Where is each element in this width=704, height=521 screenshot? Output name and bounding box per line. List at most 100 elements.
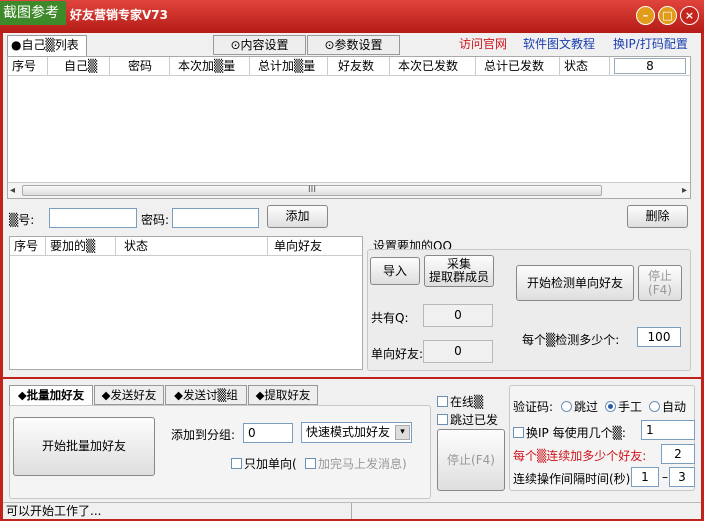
change-ip-option[interactable]: 换IP 每使用几个▒: [513, 424, 626, 441]
per-add-label: 每个▒连续加多少个好友: [513, 449, 647, 463]
tab-send-friends[interactable]: ◆发送好友 [94, 385, 164, 405]
status-text: 可以开始工作了... [6, 504, 102, 518]
mode-select[interactable]: 快速模式加好友 ▾ [301, 422, 412, 443]
col-this-sent: 本次已发数 [390, 57, 476, 75]
mode-value: 快速模式加好友 [306, 425, 391, 439]
collect-button-line2: 提取群成员 [428, 270, 489, 284]
captcha-auto-label: 自动 [662, 400, 687, 414]
horizontal-scrollbar[interactable]: ◂ III ▸ [8, 182, 690, 198]
col-this-added: 本次加▒量 [170, 57, 250, 75]
captcha-auto-option[interactable]: 自动 [649, 398, 686, 415]
captcha-skip-option[interactable]: 跳过 [561, 398, 598, 415]
target-col-oneway: 单向好友 [274, 239, 323, 253]
main-body: ●自己▒列表 ⊙内容设置 ⊙参数设置 访问官网 软件图文教程 换IP/打码配置 … [3, 33, 701, 519]
change-ip-input[interactable]: 1 [641, 420, 695, 440]
stop-line1: 停止 [647, 269, 672, 283]
col-friends: 好友数 [328, 57, 390, 75]
close-icon[interactable]: × [680, 6, 699, 25]
tab-extract-friends[interactable]: ◆提取好友 [248, 385, 318, 405]
online-checkbox[interactable] [437, 396, 448, 407]
per-check-label: 每个▒检测多少个: [522, 333, 620, 347]
target-col-status: 状态 [116, 237, 268, 255]
account-table[interactable]: 序号 自己▒ 密码 本次加▒量 总计加▒量 好友数 本次已发数 总计已发数 状态… [7, 56, 691, 199]
interval-from-input[interactable]: 1 [631, 467, 659, 487]
tab-batch-add[interactable]: ◆批量加好友 [9, 385, 93, 406]
tab-param-settings[interactable]: ⊙参数设置 [307, 35, 400, 55]
col-total-added: 总计加▒量 [250, 57, 328, 75]
collect-group-button[interactable]: 采集 提取群成员 [424, 255, 494, 287]
header-divider [8, 75, 690, 76]
minimize-icon[interactable]: – [636, 6, 655, 25]
account-label: ▒号: [9, 213, 35, 227]
tab-send-discussion[interactable]: ◆发送讨▒组 [165, 385, 247, 405]
skip-sent-checkbox[interactable] [437, 414, 448, 425]
total-q-label: 共有Q: [371, 311, 409, 325]
send-after-option[interactable]: 加完马上发消息) [305, 455, 407, 472]
col-account: 自己▒ [48, 57, 110, 75]
import-button[interactable]: 导入 [370, 257, 420, 285]
per-add-input[interactable]: 2 [661, 444, 695, 464]
captcha-manual-label: 手工 [618, 400, 643, 414]
col-status: 状态 [560, 57, 610, 75]
account-input[interactable] [49, 208, 137, 228]
send-after-checkbox[interactable] [305, 458, 316, 469]
online-option[interactable]: 在线▒ [437, 393, 483, 410]
scroll-thumb[interactable]: III [22, 185, 602, 196]
change-ip-checkbox[interactable] [513, 427, 524, 438]
send-after-label: 加完马上发消息) [318, 457, 407, 471]
window-title: 好友营销专家V73 [70, 8, 168, 22]
captcha-manual-option[interactable]: 手工 [605, 398, 642, 415]
title-bar[interactable]: 截图参考 好友营销专家V73 – □ × [0, 0, 704, 33]
password-label: 密码: [141, 213, 170, 227]
interval-dash: – [662, 470, 668, 484]
captcha-label: 验证码: [513, 400, 554, 414]
oneway-label: 单向好友: [371, 347, 424, 361]
col-total-sent: 总计已发数 [476, 57, 560, 75]
target-table[interactable]: 序号 要加的▒ 状态 单向好友 [9, 236, 363, 370]
target-header-divider [10, 255, 362, 256]
captcha-manual-radio[interactable] [605, 401, 616, 412]
tab-content-settings[interactable]: ⊙内容设置 [213, 35, 306, 55]
captcha-skip-label: 跳过 [574, 400, 599, 414]
oneway-only-label: 只加单向( [244, 457, 297, 471]
scroll-right-icon[interactable]: ▸ [682, 185, 687, 196]
red-divider [3, 377, 701, 379]
target-col-index: 序号 [10, 237, 46, 255]
maximize-icon[interactable]: □ [658, 6, 677, 25]
group-label: 添加到分组: [171, 428, 236, 442]
tab-self-list[interactable]: ●自己▒列表 [7, 35, 87, 56]
target-col-qq: 要加的▒ [46, 237, 116, 255]
ip-config-link[interactable]: 换IP/打码配置 [613, 35, 688, 52]
stop-check-button[interactable]: 停止 (F4) [638, 265, 682, 301]
scroll-left-icon[interactable]: ◂ [10, 185, 15, 196]
oneway-only-checkbox[interactable] [231, 458, 242, 469]
password-input[interactable] [172, 208, 259, 228]
official-site-link[interactable]: 访问官网 [459, 35, 507, 52]
group-input[interactable]: 0 [243, 423, 293, 443]
add-account-button[interactable]: 添加 [267, 205, 328, 228]
skip-sent-option[interactable]: 跳过已发 [437, 411, 498, 428]
total-q-value: 0 [423, 304, 493, 327]
delete-account-button[interactable]: 删除 [627, 205, 688, 228]
collect-button-line1: 采集 [446, 257, 471, 271]
tutorial-link[interactable]: 软件图文教程 [523, 35, 595, 52]
status-divider [351, 503, 352, 519]
status-bar: 可以开始工作了... [3, 502, 701, 519]
oneway-value: 0 [423, 340, 493, 363]
stop-batch-button[interactable]: 停止(F4) [437, 429, 505, 491]
online-label: 在线▒ [450, 395, 484, 409]
per-check-input[interactable]: 100 [637, 327, 681, 347]
account-count-field[interactable]: 8 [614, 58, 686, 74]
app-window: 截图参考 好友营销专家V73 – □ × ●自己▒列表 ⊙内容设置 ⊙参数设置 … [0, 0, 704, 521]
check-oneway-button[interactable]: 开始检测单向好友 [516, 265, 634, 301]
chevron-down-icon[interactable]: ▾ [395, 425, 410, 440]
oneway-only-option[interactable]: 只加单向( [231, 455, 297, 472]
captcha-auto-radio[interactable] [649, 401, 660, 412]
interval-label: 连续操作间隔时间(秒) [513, 472, 631, 486]
interval-to-input[interactable]: 3 [669, 467, 695, 487]
captcha-skip-radio[interactable] [561, 401, 572, 412]
stop-line2: (F4) [648, 283, 672, 297]
start-batch-add-button[interactable]: 开始批量加好友 [13, 417, 155, 476]
change-ip-label: 换IP 每使用几个▒: [526, 426, 626, 440]
col-index: 序号 [8, 57, 48, 75]
